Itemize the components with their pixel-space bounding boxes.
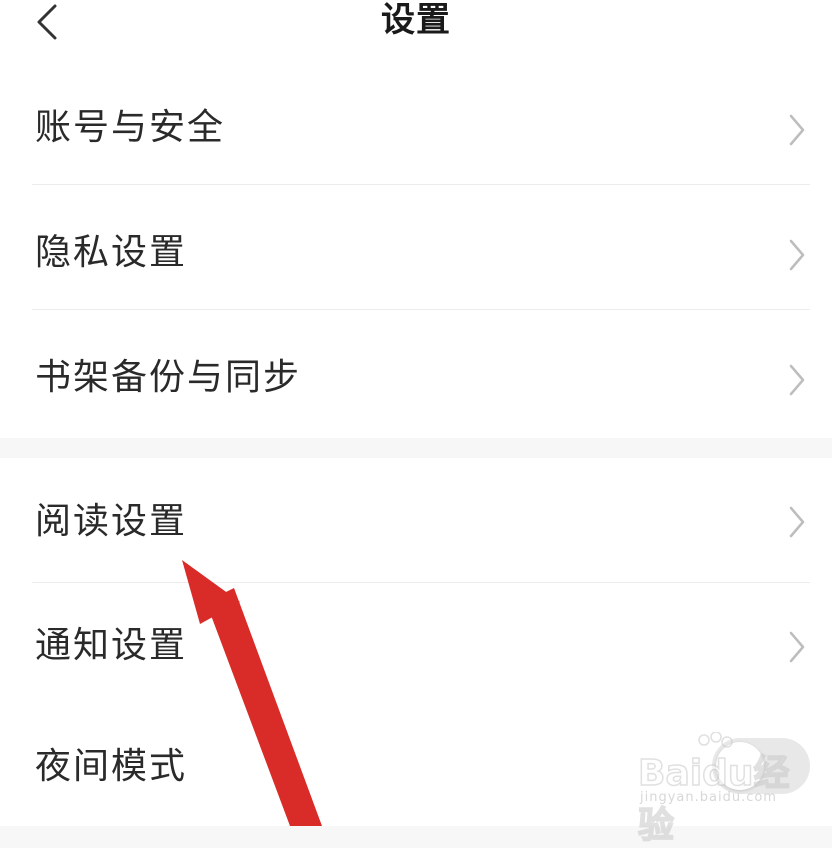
settings-row-label: 书架备份与同步 <box>35 357 302 398</box>
settings-row-label: 账号与安全 <box>35 107 226 148</box>
settings-row-privacy[interactable]: 隐私设置 <box>0 185 832 310</box>
settings-group-reading: 阅读设置 通知设置 夜间模式 <box>0 458 832 826</box>
chevron-right-icon <box>789 631 805 663</box>
chevron-right-icon <box>789 239 805 271</box>
settings-row-label: 阅读设置 <box>35 501 188 542</box>
chevron-right-icon <box>789 364 805 396</box>
toggle-knob <box>716 742 764 790</box>
settings-row-label: 夜间模式 <box>35 746 188 787</box>
settings-row-bookshelf-backup[interactable]: 书架备份与同步 <box>0 310 832 435</box>
settings-row-night-mode: 夜间模式 <box>0 708 832 833</box>
settings-row-notifications[interactable]: 通知设置 <box>0 583 832 708</box>
night-mode-toggle[interactable] <box>712 738 810 794</box>
top-bar: 设置 <box>0 0 832 60</box>
chevron-right-icon <box>789 114 805 146</box>
chevron-right-icon <box>789 506 805 538</box>
settings-row-account-security[interactable]: 账号与安全 <box>0 60 832 185</box>
settings-row-reading[interactable]: 阅读设置 <box>0 458 832 583</box>
page-title: 设置 <box>381 0 451 40</box>
settings-group-account: 账号与安全 隐私设置 书架备份与同步 <box>0 60 832 438</box>
settings-row-label: 通知设置 <box>35 625 188 666</box>
settings-row-label: 隐私设置 <box>35 232 188 273</box>
